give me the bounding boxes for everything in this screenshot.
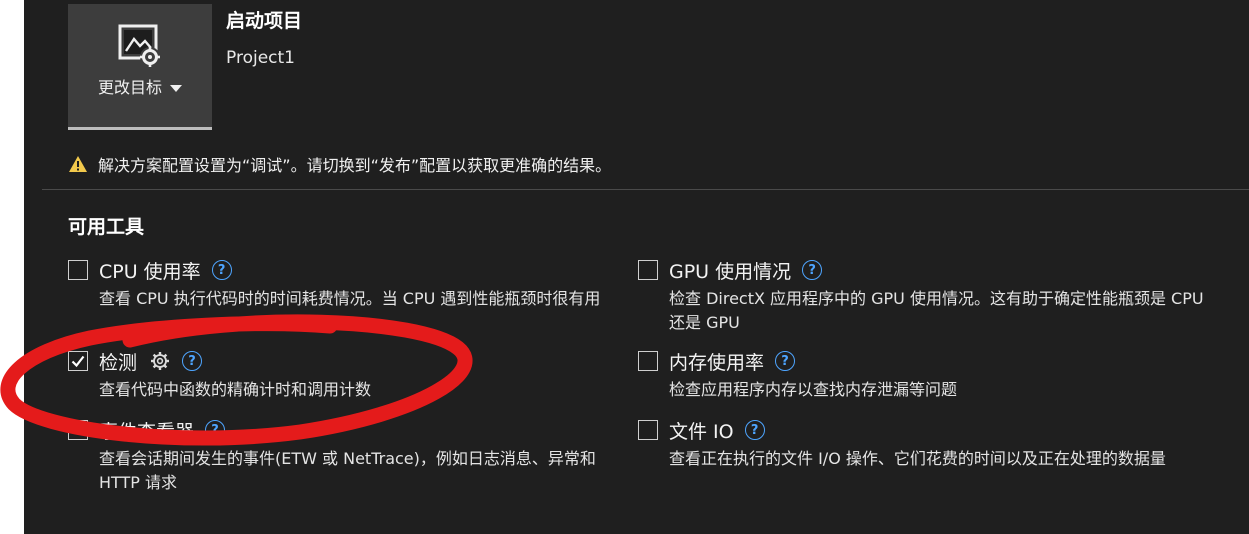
tool-description: 查看会话期间发生的事件(ETW 或 NetTrace)，例如日志消息、异常和 H… [99,449,596,492]
tool-description: 检查应用程序内存以查找内存泄漏等问题 [669,380,958,399]
change-target-button[interactable]: 更改目标 [68,4,212,130]
profiler-panel: 更改目标 启动项目 Project1 解决方案配置设置为“调试”。请切换到“发布… [24,0,1249,534]
tool-description: 检查 DirectX 应用程序中的 GPU 使用情况。这有助于确定性能瓶颈是 C… [669,289,1204,332]
settings-gear-icon[interactable] [149,350,171,372]
tool-description: 查看正在执行的文件 I/O 操作、它们花费的时间以及正在处理的数据量 [669,449,1166,468]
tool-name: 文件 IO [669,420,734,443]
tool-memory-usage: 内存使用率 ? 检查应用程序内存以查找内存泄漏等问题 [638,348,1209,402]
help-icon[interactable]: ? [182,351,203,371]
tool-gpu-usage: GPU 使用情况 ? 检查 DirectX 应用程序中的 GPU 使用情况。这有… [638,257,1209,335]
help-icon[interactable]: ? [744,420,765,440]
startup-project-name: Project1 [226,48,295,68]
memory-usage-checkbox[interactable] [638,351,658,371]
help-icon[interactable]: ? [211,260,232,280]
tool-name: 检测 [99,351,138,374]
tool-description: 查看代码中函数的精确计时和调用计数 [99,380,372,399]
instrumentation-checkbox[interactable] [68,351,88,371]
tool-description: 查看 CPU 执行代码时的时间耗费情况。当 CPU 遇到性能瓶颈时很有用 [99,289,601,308]
tool-name: 内存使用率 [669,351,765,374]
config-warning: 解决方案配置设置为“调试”。请切换到“发布”配置以获取更准确的结果。 [68,152,611,176]
cpu-usage-checkbox[interactable] [68,260,88,280]
target-app-icon [118,24,160,67]
tool-file-io: 文件 IO ? 查看正在执行的文件 I/O 操作、它们花费的时间以及正在处理的数… [638,417,1209,471]
checkmark-icon [71,355,85,368]
tool-name: CPU 使用率 [99,260,201,283]
change-target-label: 更改目标 [68,74,212,98]
events-viewer-checkbox[interactable] [68,420,88,440]
tool-cpu-usage: CPU 使用率 ? 查看 CPU 执行代码时的时间耗费情况。当 CPU 遇到性能… [68,257,639,327]
available-tools-title: 可用工具 [68,216,145,238]
dropdown-caret-icon [170,85,182,92]
tool-name: 事件查看器 [99,420,195,443]
file-io-checkbox[interactable] [638,420,658,440]
gpu-usage-checkbox[interactable] [638,260,658,280]
warning-icon [69,156,87,172]
help-icon[interactable]: ? [775,351,796,371]
tool-events-viewer: 事件查看器 ? 查看会话期间发生的事件(ETW 或 NetTrace)，例如日志… [68,417,639,495]
tool-name: GPU 使用情况 [669,260,792,283]
startup-project-title: 启动项目 [226,10,303,32]
help-icon[interactable]: ? [802,260,823,280]
tool-instrumentation: 检测 ? 查看代码中函数的精确计时和调用计数 [68,348,639,402]
divider [42,189,1249,190]
warning-text: 解决方案配置设置为“调试”。请切换到“发布”配置以获取更准确的结果。 [98,156,612,175]
help-icon[interactable]: ? [205,420,226,440]
